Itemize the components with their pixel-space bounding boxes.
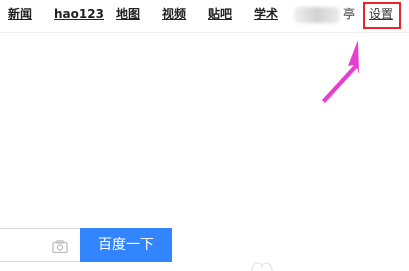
arrow-shape — [322, 40, 359, 103]
heart-outline-icon — [251, 262, 273, 271]
search-button[interactable]: 百度一下 — [80, 228, 172, 262]
search-input[interactable] — [0, 228, 80, 262]
camera-icon[interactable] — [52, 238, 68, 257]
